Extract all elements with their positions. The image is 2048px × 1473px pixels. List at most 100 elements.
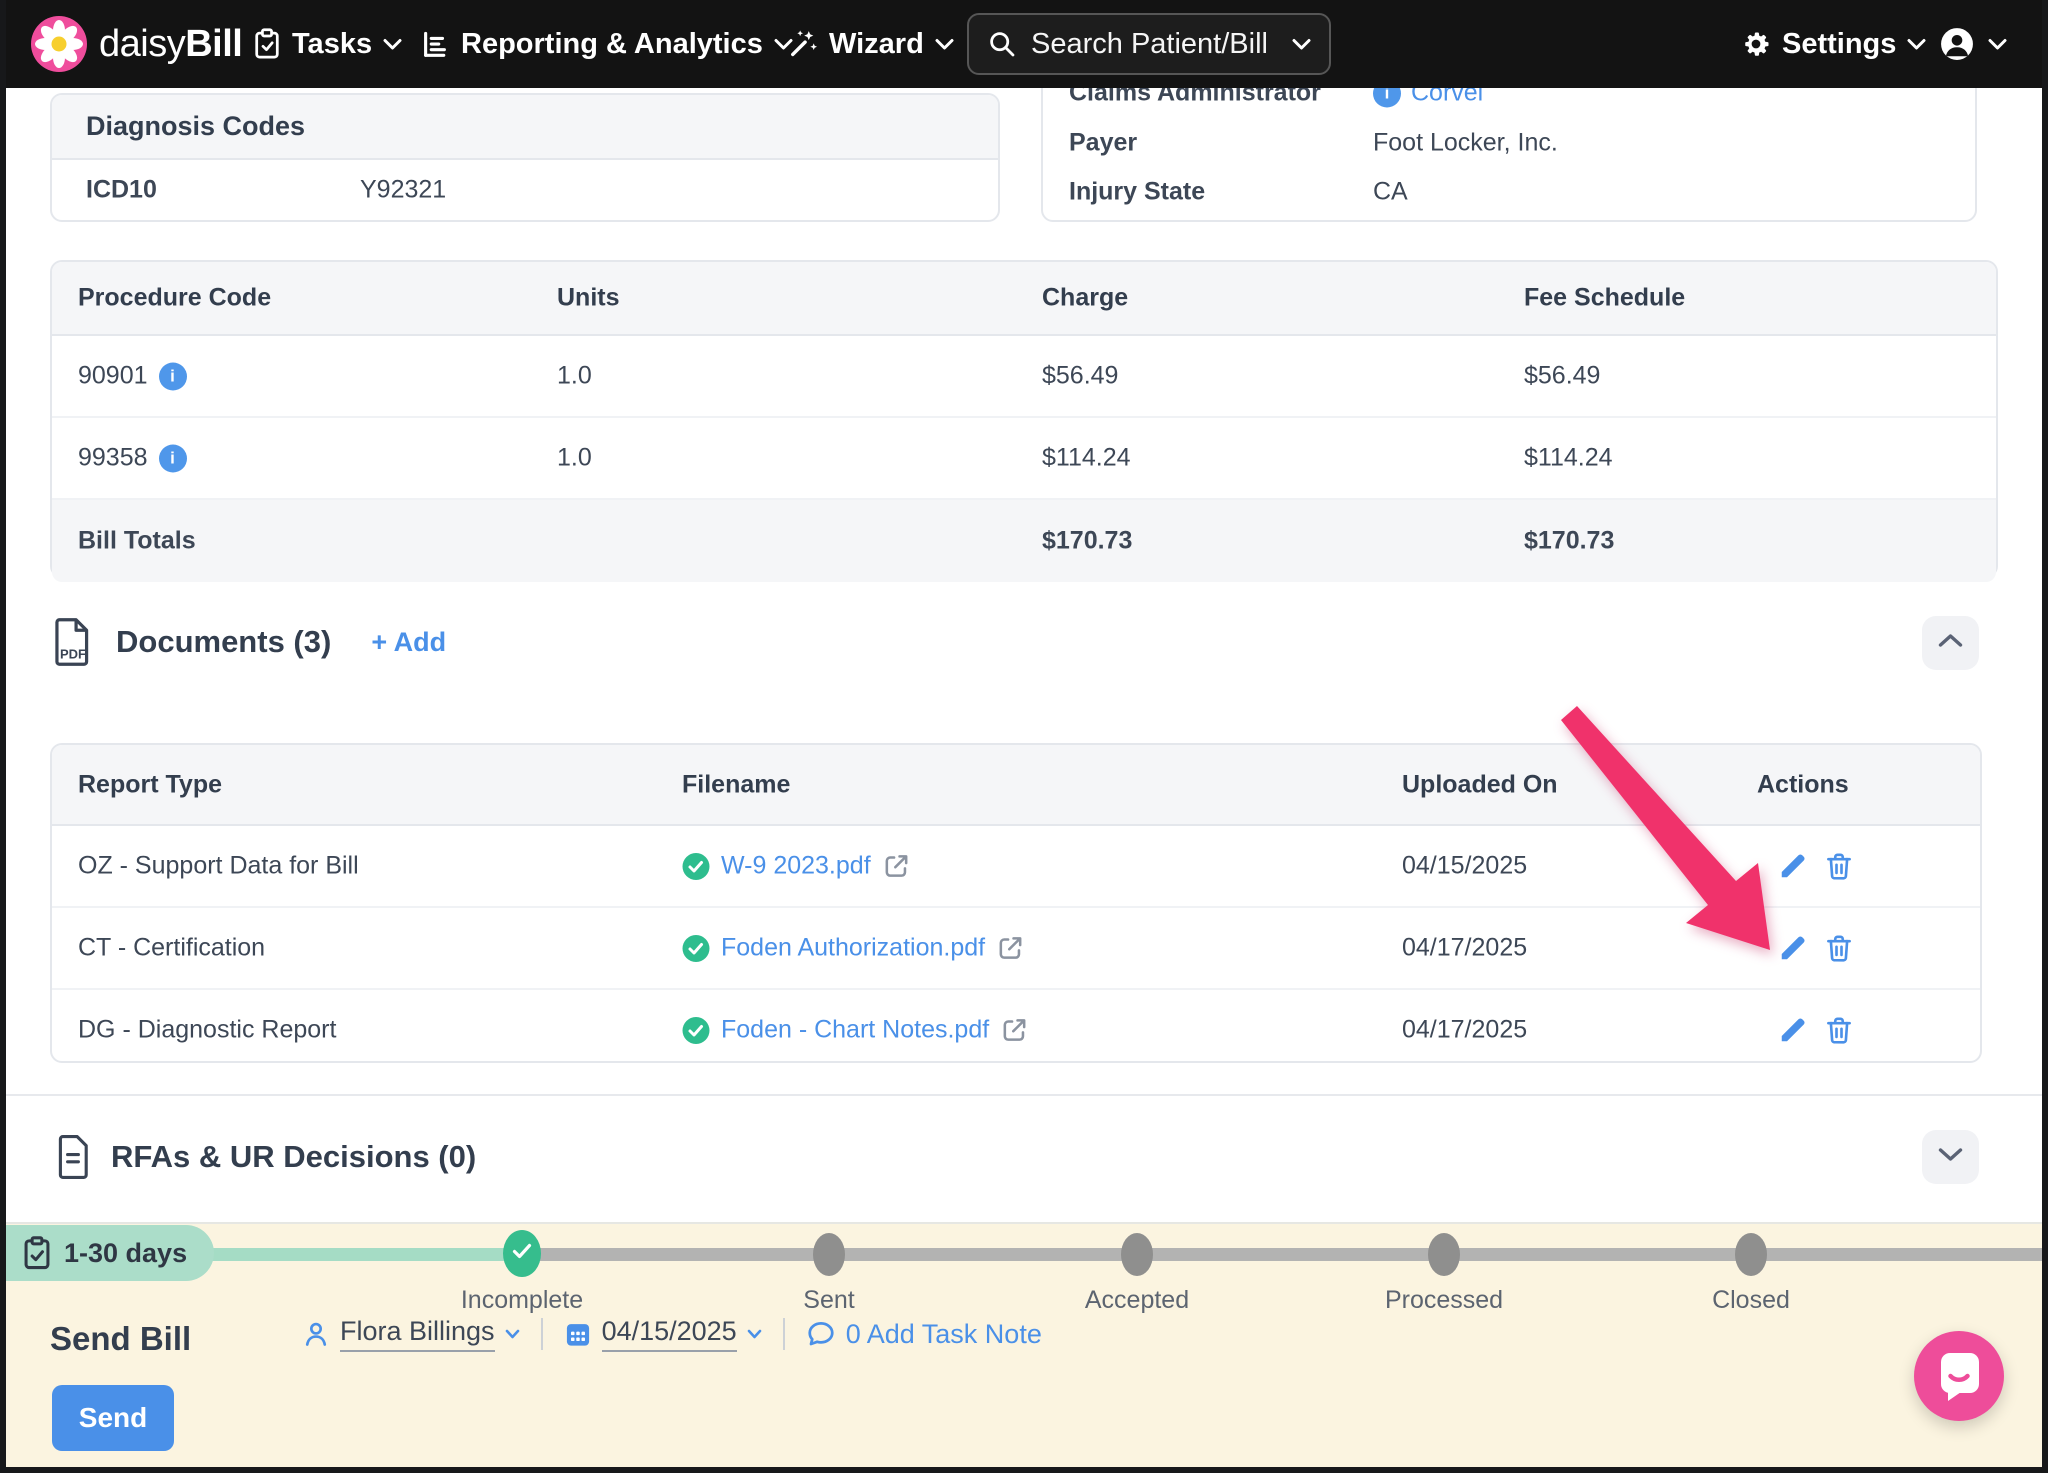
delete-document-button[interactable] [1824,1015,1854,1045]
daisybill-logo[interactable] [31,16,87,72]
actions-cell [1778,851,1854,881]
filename-link[interactable]: W-9 2023.pdf [721,852,871,881]
diagnosis-row: ICD10 Y92321 [52,160,998,220]
info-icon[interactable]: i [159,444,187,472]
nav-tasks-label: Tasks [292,28,372,61]
charge-cell: $56.49 [1042,362,1118,391]
external-link-icon[interactable] [996,934,1025,963]
check-icon [512,1243,532,1264]
top-navbar: daisyBill Tasks Reporting & Analytics [0,0,2048,88]
injury-state-value: CA [1373,178,1408,207]
assignee-name[interactable]: Flora Billings [340,1316,495,1352]
col-units: Units [557,284,620,313]
gear-icon [1741,29,1771,59]
brand-wordmark[interactable]: daisyBill [99,0,242,88]
col-actions: Actions [1757,770,1849,799]
nav-wizard-label: Wizard [829,28,924,61]
meta-separator [783,1318,785,1350]
add-task-note-button[interactable]: 0 Add Task Note [806,1319,1042,1350]
assignee-dropdown[interactable]: Flora Billings [302,1316,520,1352]
expand-rfas-button[interactable] [1922,1130,1979,1184]
filename-link[interactable]: Foden - Chart Notes.pdf [721,1016,989,1045]
nav-settings[interactable]: Settings [1741,0,1926,88]
report-type: DG - Diagnostic Report [78,1016,336,1045]
nav-reporting-analytics[interactable]: Reporting & Analytics [420,0,793,88]
days-badge: 1-30 days [0,1225,214,1281]
chevron-up-icon [1938,633,1963,653]
timeline-label: Closed [1631,1286,1871,1315]
nav-wizard[interactable]: Wizard [786,0,954,88]
window-edge-left [0,0,6,1473]
days-badge-label: 1-30 days [64,1238,187,1269]
procedure-code-cell: 99358 i [78,444,187,473]
daisy-flower-icon [31,16,87,72]
clipboard-check-icon [22,1236,52,1270]
search-patient-bill[interactable]: Search Patient/Bill [967,13,1331,75]
edit-document-button[interactable] [1778,933,1808,963]
fee-cell: $56.49 [1524,362,1600,391]
person-icon [302,1320,330,1348]
window-edge-bottom [0,1467,2048,1473]
service-date[interactable]: 04/15/2025 [602,1316,737,1352]
bill-totals-row: Bill Totals $170.73 $170.73 [52,500,1996,582]
send-button[interactable]: Send [52,1385,174,1451]
injury-state-label: Injury State [1069,178,1205,207]
documents-table-header: Report Type Filename Uploaded On Actions [52,745,1980,826]
uploaded-on: 04/15/2025 [1402,852,1527,881]
col-charge: Charge [1042,284,1128,313]
fee-cell: $114.24 [1524,444,1613,473]
filename-cell: W-9 2023.pdf [682,852,911,881]
nav-tasks[interactable]: Tasks [253,0,402,88]
send-bill-heading: Send Bill [50,1320,191,1358]
edit-document-button[interactable] [1778,1015,1808,1045]
user-avatar-icon [1940,27,1974,61]
timeline-label: Sent [709,1286,949,1315]
date-dropdown[interactable]: 04/15/2025 [564,1316,762,1352]
collapse-documents-button[interactable] [1922,616,1979,670]
document-icon [55,1134,91,1180]
chevron-down-icon [747,1329,762,1339]
chat-button[interactable] [1914,1331,2004,1421]
diagnosis-codes-header: Diagnosis Codes [52,95,998,160]
icd10-code: Y92321 [360,176,446,205]
col-report-type: Report Type [78,770,222,799]
procedure-code: 90901 [78,362,148,391]
col-procedure-code: Procedure Code [78,284,271,313]
pdf-icon-label: PDF [60,647,86,662]
edit-document-button[interactable] [1778,851,1808,881]
nav-settings-label: Settings [1782,28,1896,61]
search-icon [987,29,1017,59]
document-row: OZ - Support Data for Bill W-9 2023.pdf … [52,826,1980,908]
check-circle-icon [682,1016,710,1044]
chevron-down-icon [1292,38,1311,50]
table-row: 99358 i 1.0 $114.24 $114.24 [52,418,1996,500]
units-cell: 1.0 [557,444,592,473]
procedure-code: 99358 [78,444,148,473]
speech-bubble-icon [806,1319,836,1349]
diagnosis-codes-card: Diagnosis Codes ICD10 Y92321 [50,93,1000,222]
external-link-icon[interactable] [1000,1016,1029,1045]
payer-label: Payer [1069,129,1137,158]
uploaded-on: 04/17/2025 [1402,1016,1527,1045]
payer-value: Foot Locker, Inc. [1373,129,1558,158]
report-type: OZ - Support Data for Bill [78,852,359,881]
injury-state-row: Injury State CA [1043,167,1975,217]
brand-daisy: daisy [99,23,185,66]
filename-link[interactable]: Foden Authorization.pdf [721,934,985,963]
check-circle-icon [682,852,710,880]
check-circle-icon [682,934,710,962]
chevron-down-icon [1938,1147,1963,1167]
total-fee: $170.73 [1524,527,1614,556]
procedure-code-cell: 90901 i [78,362,187,391]
report-type: CT - Certification [78,934,265,963]
timeline-label: Incomplete [402,1286,642,1315]
delete-document-button[interactable] [1824,851,1854,881]
clipboard-icon [253,28,281,60]
nav-account[interactable] [1940,0,2007,88]
external-link-icon[interactable] [882,852,911,881]
add-document-button[interactable]: + Add [371,627,446,658]
payer-row: Payer Foot Locker, Inc. [1043,118,1975,168]
delete-document-button[interactable] [1824,933,1854,963]
info-icon[interactable]: i [159,362,187,390]
bar-chart-icon [420,29,450,59]
